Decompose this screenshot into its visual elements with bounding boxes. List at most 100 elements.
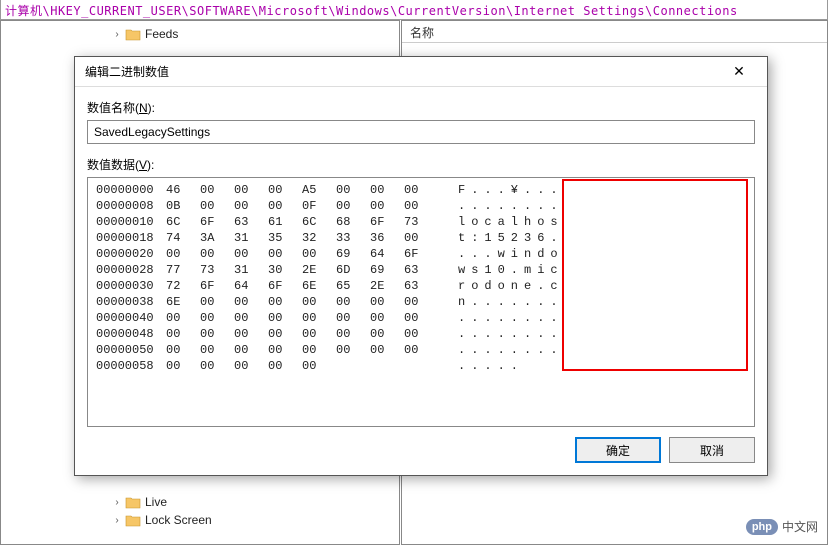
hex-ascii[interactable]: ........ [458,342,628,358]
hex-byte[interactable]: 00 [302,358,336,374]
hex-byte[interactable]: 2E [302,262,336,278]
hex-byte[interactable]: 00 [234,310,268,326]
hex-ascii[interactable]: ..... [458,358,628,374]
hex-byte[interactable]: 36 [370,230,404,246]
hex-byte[interactable]: 00 [268,358,302,374]
hex-byte[interactable]: 00 [166,326,200,342]
hex-byte[interactable] [370,358,404,374]
chevron-right-icon[interactable]: › [111,514,123,526]
hex-byte[interactable]: 00 [336,310,370,326]
hex-byte[interactable]: 63 [404,262,438,278]
hex-byte[interactable]: 00 [200,246,234,262]
hex-byte[interactable]: 00 [404,230,438,246]
hex-byte[interactable]: 6C [166,214,200,230]
hex-byte[interactable]: 00 [336,294,370,310]
hex-editor[interactable]: 0000000046000000A5000000F...¥...00000008… [87,177,755,427]
hex-byte[interactable]: 30 [268,262,302,278]
hex-byte[interactable]: 00 [404,310,438,326]
registry-path-bar[interactable]: 计算机\HKEY_CURRENT_USER\SOFTWARE\Microsoft… [0,0,828,20]
hex-ascii[interactable]: ........ [458,326,628,342]
hex-byte[interactable] [404,358,438,374]
hex-byte[interactable]: 00 [200,310,234,326]
hex-byte[interactable]: 6C [302,214,336,230]
value-name-input[interactable] [87,120,755,144]
hex-ascii[interactable]: ........ [458,310,628,326]
hex-byte[interactable]: 00 [268,182,302,198]
hex-byte[interactable]: 00 [302,326,336,342]
close-button[interactable]: ✕ [719,59,759,85]
hex-byte[interactable]: 63 [234,214,268,230]
chevron-right-icon[interactable]: › [111,28,123,40]
hex-byte[interactable]: 65 [336,278,370,294]
hex-byte[interactable]: 69 [370,262,404,278]
hex-byte[interactable]: 00 [268,198,302,214]
hex-byte[interactable]: 00 [200,182,234,198]
hex-byte[interactable]: 00 [302,294,336,310]
hex-byte[interactable]: 00 [234,326,268,342]
hex-byte[interactable]: 73 [404,214,438,230]
hex-byte[interactable]: 00 [302,246,336,262]
hex-ascii[interactable]: rodone.c [458,278,628,294]
hex-byte[interactable]: 00 [336,326,370,342]
hex-byte[interactable]: A5 [302,182,336,198]
hex-byte[interactable]: 3A [200,230,234,246]
hex-byte[interactable]: 00 [234,198,268,214]
hex-byte[interactable]: 6F [370,214,404,230]
hex-byte[interactable]: 00 [268,294,302,310]
hex-byte[interactable]: 00 [234,358,268,374]
hex-byte[interactable]: 35 [268,230,302,246]
hex-byte[interactable]: 0F [302,198,336,214]
hex-byte[interactable]: 00 [404,342,438,358]
hex-byte[interactable]: 00 [268,342,302,358]
hex-byte[interactable]: 00 [268,310,302,326]
hex-byte[interactable] [336,358,370,374]
hex-byte[interactable]: 00 [336,198,370,214]
hex-byte[interactable]: 00 [200,358,234,374]
hex-byte[interactable]: 61 [268,214,302,230]
hex-byte[interactable]: 00 [166,246,200,262]
ok-button[interactable]: 确定 [575,437,661,463]
hex-byte[interactable]: 00 [234,246,268,262]
hex-byte[interactable]: 2E [370,278,404,294]
tree-item[interactable]: › Lock Screen [1,511,399,529]
hex-byte[interactable]: 00 [370,294,404,310]
hex-byte[interactable]: 64 [370,246,404,262]
hex-byte[interactable]: 00 [370,310,404,326]
hex-byte[interactable]: 00 [268,326,302,342]
hex-byte[interactable]: 46 [166,182,200,198]
hex-ascii[interactable]: n....... [458,294,628,310]
hex-byte[interactable]: 00 [336,182,370,198]
hex-byte[interactable]: 69 [336,246,370,262]
hex-byte[interactable]: 00 [200,198,234,214]
hex-byte[interactable]: 6F [404,246,438,262]
hex-ascii[interactable]: ws10.mic [458,262,628,278]
hex-byte[interactable]: 00 [302,310,336,326]
hex-ascii[interactable]: F...¥... [458,182,628,198]
hex-byte[interactable]: 31 [234,262,268,278]
hex-byte[interactable]: 77 [166,262,200,278]
hex-byte[interactable]: 00 [166,358,200,374]
hex-byte[interactable]: 64 [234,278,268,294]
hex-byte[interactable]: 6E [302,278,336,294]
hex-byte[interactable]: 00 [166,342,200,358]
hex-byte[interactable]: 00 [404,182,438,198]
hex-byte[interactable]: 00 [234,342,268,358]
titlebar[interactable]: 编辑二进制数值 ✕ [75,57,767,87]
hex-byte[interactable]: 00 [200,326,234,342]
hex-ascii[interactable]: t:15236. [458,230,628,246]
hex-byte[interactable]: 6F [268,278,302,294]
tree-item[interactable]: › Live [1,493,399,511]
hex-byte[interactable]: 00 [370,326,404,342]
hex-byte[interactable]: 00 [234,182,268,198]
hex-byte[interactable]: 00 [166,310,200,326]
hex-byte[interactable]: 00 [370,198,404,214]
hex-byte[interactable]: 32 [302,230,336,246]
hex-byte[interactable]: 00 [336,342,370,358]
hex-byte[interactable]: 00 [234,294,268,310]
hex-byte[interactable]: 00 [302,342,336,358]
hex-ascii[interactable]: localhos [458,214,628,230]
hex-ascii[interactable]: ...windo [458,246,628,262]
hex-byte[interactable]: 0B [166,198,200,214]
tree-item[interactable]: › Feeds [1,25,399,43]
chevron-right-icon[interactable]: › [111,496,123,508]
